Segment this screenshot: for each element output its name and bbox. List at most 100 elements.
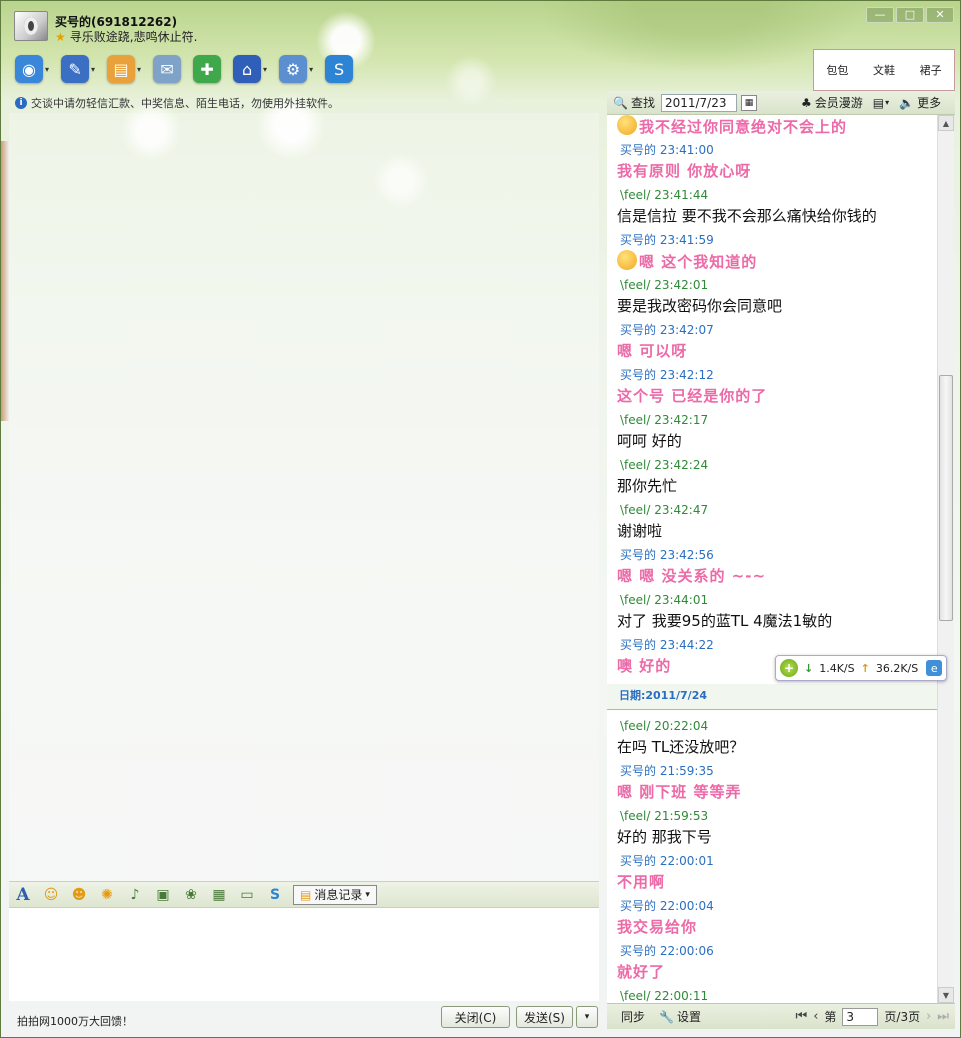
message-header: \feel/ 23:42:01 bbox=[620, 278, 709, 292]
last-page-icon[interactable]: ⏭ bbox=[937, 1009, 949, 1024]
folder-icon: ▤ bbox=[107, 55, 136, 83]
download-arrow-icon: ↓ bbox=[804, 661, 814, 675]
sync-button[interactable]: 同步 bbox=[621, 1008, 645, 1025]
security-warning-text: 交谈中请勿轻信汇款、中奖信息、陌生电话，勿使用外挂软件。 bbox=[31, 97, 339, 110]
footer-ad-link[interactable]: 拍拍网1000万大回馈！ bbox=[17, 1013, 133, 1029]
message-header: 买号的 23:41:59 bbox=[620, 233, 714, 247]
image-icon[interactable]: ▣ bbox=[153, 885, 173, 905]
send-sms-button[interactable]: ✉ bbox=[153, 55, 182, 83]
chevron-down-icon[interactable]: ▾ bbox=[45, 65, 49, 74]
chevron-down-icon[interactable]: ▾ bbox=[263, 65, 267, 74]
page-number-input[interactable]: 3 bbox=[842, 1007, 879, 1026]
minimize-button[interactable]: — bbox=[866, 7, 894, 23]
ad-dress-item: 裙子 bbox=[919, 64, 942, 77]
scroll-thumb[interactable] bbox=[939, 375, 953, 621]
message-header: \feel/ 22:00:11 bbox=[620, 989, 709, 1003]
message-header: 买号的 23:44:22 bbox=[620, 638, 714, 652]
left-edge-background bbox=[1, 141, 9, 421]
send-button[interactable]: 发送(S) bbox=[516, 1006, 573, 1028]
upload-speed: 36.2K/S bbox=[875, 661, 919, 675]
message-text: 嗯 可以呀 bbox=[617, 342, 688, 360]
video-call-button[interactable]: ◉ ▾ bbox=[15, 55, 49, 83]
first-page-icon[interactable]: ⏮ bbox=[795, 1009, 807, 1024]
message-display-area[interactable] bbox=[9, 113, 599, 881]
search-button[interactable]: 🔍 查找 bbox=[613, 94, 655, 111]
message-text: 就好了 bbox=[617, 963, 666, 981]
next-page-icon[interactable]: › bbox=[926, 1009, 931, 1024]
history-settings-button[interactable]: 🔧 设置 bbox=[659, 1008, 701, 1025]
history-scrollbar[interactable]: ▲ ▼ bbox=[937, 115, 954, 1003]
send-options-dropdown[interactable]: ▾ bbox=[576, 1006, 598, 1028]
message-header: \feel/ 21:59:53 bbox=[620, 809, 709, 823]
history-icon: ▤ bbox=[300, 887, 312, 902]
contact-signature: ★ 寻乐败途跷,悲鸣休止符. bbox=[55, 28, 197, 45]
soso-icon[interactable]: S bbox=[265, 885, 285, 905]
prev-page-icon[interactable]: ‹ bbox=[813, 1009, 818, 1024]
ad-banner[interactable]: 包包 文鞋 裙子 bbox=[813, 49, 955, 91]
chevron-down-icon[interactable]: ▾ bbox=[91, 65, 95, 74]
message-header: \feel/ 23:42:17 bbox=[620, 413, 709, 427]
message-text: 嗯 这个我知道的 bbox=[607, 250, 937, 275]
message-history-list: 我不经过你同意绝对不会上的 买号的 23:41:00 我有原则 你放心呀 \feel/… bbox=[607, 115, 937, 1003]
wrench-icon: 🔧 bbox=[659, 1009, 674, 1024]
voice-call-button[interactable]: ✎ ▾ bbox=[61, 55, 95, 83]
view-options-button[interactable]: ▤ ▾ bbox=[873, 96, 889, 110]
music-icon[interactable]: ♪ bbox=[125, 885, 145, 905]
upload-arrow-icon: ↑ bbox=[860, 661, 870, 675]
soso-button[interactable]: S bbox=[325, 55, 354, 83]
window-controls: — □ ✕ bbox=[866, 7, 954, 23]
smiley-icon bbox=[617, 115, 637, 135]
message-text: 那你先忙 bbox=[617, 477, 678, 495]
chevron-down-icon[interactable]: ▾ bbox=[137, 65, 141, 74]
contact-avatar[interactable] bbox=[14, 11, 48, 41]
magic-face-icon[interactable]: ☻ bbox=[69, 885, 89, 905]
sms-icon: ✉ bbox=[153, 55, 182, 83]
smiley-icon[interactable]: ☺ bbox=[41, 885, 61, 905]
date-field[interactable]: 2011/7/23 bbox=[660, 93, 737, 112]
create-group-button[interactable]: ✚ bbox=[193, 55, 222, 83]
message-text: 我不经过你同意绝对不会上的 bbox=[607, 115, 937, 140]
message-header: 买号的 23:42:07 bbox=[620, 323, 714, 337]
signature-text: 寻乐败途跷,悲鸣休止符. bbox=[69, 30, 198, 44]
message-header: 买号的 22:00:06 bbox=[620, 944, 714, 958]
send-file-button[interactable]: ▤ ▾ bbox=[107, 55, 141, 83]
shake-icon[interactable]: ✺ bbox=[97, 885, 117, 905]
message-input[interactable] bbox=[9, 907, 599, 1001]
smiley-icon bbox=[617, 250, 637, 270]
gift-icon[interactable]: ❀ bbox=[181, 885, 201, 905]
apps-icon: ⚙ bbox=[279, 55, 308, 83]
message-history-button[interactable]: ▤ 消息记录 ▾ bbox=[293, 884, 377, 905]
message-header: 买号的 22:00:01 bbox=[620, 854, 714, 868]
close-window-button[interactable]: ✕ bbox=[926, 7, 954, 23]
scroll-up-arrow[interactable]: ▲ bbox=[938, 115, 954, 131]
message-history[interactable]: 我不经过你同意绝对不会上的 买号的 23:41:00 我有原则 你放心呀 \feel/… bbox=[607, 115, 937, 1003]
calendar-icon[interactable]: ▦ bbox=[740, 94, 757, 111]
screenshot-icon[interactable]: ▭ bbox=[237, 885, 257, 905]
message-header: 买号的 23:41:00 bbox=[620, 143, 714, 157]
soso-icon: S bbox=[325, 55, 354, 83]
webcam-icon: ◉ bbox=[15, 55, 43, 83]
pager: ⏮ ‹ 第 3 页/3页 › ⏭ bbox=[795, 1007, 949, 1026]
chevron-down-icon[interactable]: ▾ bbox=[309, 65, 313, 74]
close-button[interactable]: 关闭(C) bbox=[441, 1006, 510, 1028]
more-button[interactable]: 🔈 更多 bbox=[899, 94, 941, 111]
apps-button[interactable]: ⚙ ▾ bbox=[279, 55, 313, 83]
font-icon[interactable]: A bbox=[13, 885, 33, 905]
network-speed-widget[interactable]: + ↓ 1.4K/S ↑ 36.2K/S e bbox=[775, 655, 947, 681]
message-text: 这个号 已经是你的了 bbox=[617, 387, 768, 405]
message-header: \feel/ 23:44:01 bbox=[620, 593, 709, 607]
message-text: 在吗 TL还没放吧？ bbox=[617, 738, 745, 756]
chevron-down-icon: ▾ bbox=[365, 889, 370, 900]
vip-roaming-button[interactable]: ♣ 会员漫游 bbox=[801, 94, 863, 111]
message-header: 买号的 23:42:56 bbox=[620, 548, 714, 562]
ad-bag-item: 包包 bbox=[826, 64, 849, 77]
browser-icon[interactable]: e bbox=[926, 660, 943, 676]
remote-assist-button[interactable]: ⌂ ▾ bbox=[233, 55, 267, 83]
doodle-icon[interactable]: ▦ bbox=[209, 885, 229, 905]
chat-window: 买号的(691812262) ★ 寻乐败途跷,悲鸣休止符. — □ ✕ ◉ ▾ ✎ ▾ ▤… bbox=[0, 0, 961, 1038]
star-icon: ★ bbox=[55, 30, 66, 44]
maximize-button[interactable]: □ bbox=[896, 7, 924, 23]
scroll-down-arrow[interactable]: ▼ bbox=[938, 987, 954, 1003]
message-history-label: 消息记录 bbox=[314, 888, 363, 902]
message-text: 要是我改密码你会同意吧 bbox=[617, 297, 783, 315]
